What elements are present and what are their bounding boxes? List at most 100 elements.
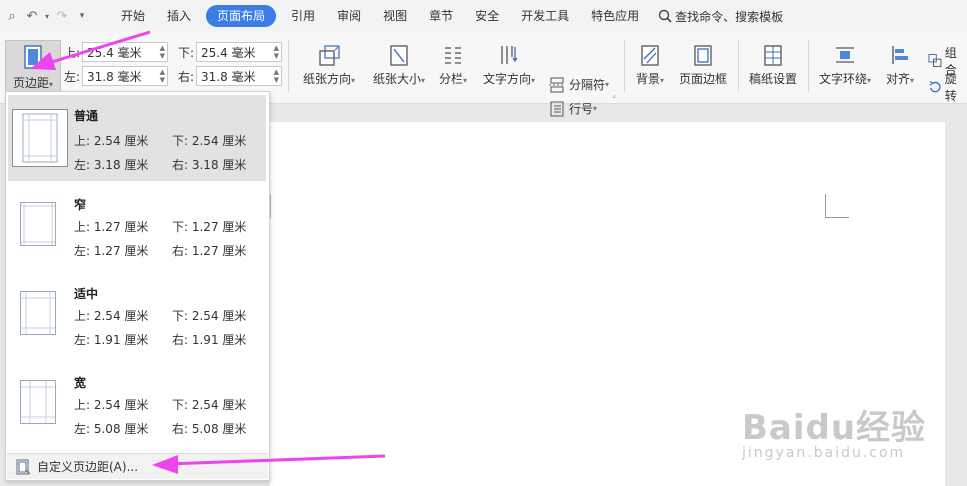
orientation-icon — [296, 40, 362, 70]
group-icon — [928, 54, 942, 68]
margins-button[interactable]: 页边距▾ — [5, 40, 61, 92]
orientation-button[interactable]: 纸张方向▾ — [296, 40, 362, 87]
page-border-button[interactable]: 页面边框 — [674, 40, 732, 87]
rotate-label: 旋转 — [944, 72, 957, 103]
margin-option-normal[interactable]: 普通 上: 2.54 厘米 下: 2.54 厘米 左: 3.18 厘米 右: 3… — [8, 95, 266, 181]
manuscript-button[interactable]: 稿纸设置 — [744, 40, 802, 87]
page-setup-icon — [16, 459, 31, 474]
tab-references[interactable]: 引用 — [280, 5, 326, 27]
tab-features[interactable]: 特色应用 — [580, 5, 650, 27]
command-search[interactable]: 查找命令、搜索模板 — [658, 8, 783, 25]
option-left: 左: 5.08 厘米 — [74, 422, 149, 436]
manuscript-label: 稿纸设置 — [748, 72, 797, 86]
margins-icon — [6, 45, 60, 72]
orientation-label: 纸张方向 — [302, 72, 351, 86]
columns-button[interactable]: 分栏▾ — [434, 40, 472, 87]
margin-corner-marker — [825, 194, 849, 218]
left-margin-input[interactable]: 31.8 毫米 ▲ ▼ — [82, 66, 168, 86]
option-top: 上: 2.54 厘米 — [74, 398, 149, 412]
option-right: 右: 5.08 厘米 — [172, 422, 247, 436]
align-label: 对齐 — [885, 72, 910, 86]
text-wrap-label: 文字环绕 — [818, 72, 867, 86]
margin-preview-icon — [20, 291, 56, 335]
option-bottom: 下: 2.54 厘米 — [172, 309, 247, 323]
menu-bar: ⌕ ↶ ▾ ↷ ▾ 开始 插入 页面布局 引用 审阅 视图 章节 安全 开发工具… — [0, 0, 967, 32]
margins-dropdown: 普通 上: 2.54 厘米 下: 2.54 厘米 左: 3.18 厘米 右: 3… — [5, 91, 270, 481]
bottom-margin-label: 下: — [178, 45, 195, 60]
paper-size-icon — [366, 40, 432, 70]
search-icon[interactable]: ⌕ — [2, 9, 22, 24]
text-direction-icon — [478, 40, 540, 70]
margins-label: 页边距 — [12, 76, 49, 90]
divider — [288, 40, 289, 92]
line-numbers-button[interactable]: 行号 ▾ — [548, 100, 597, 117]
margin-corner-marker — [270, 194, 272, 218]
option-top: 上: 1.27 厘米 — [74, 220, 149, 234]
columns-label: 分栏 — [438, 72, 463, 86]
size-label: 纸张大小 — [372, 72, 421, 86]
bottom-margin-input[interactable]: 25.4 毫米 ▲ ▼ — [196, 42, 282, 62]
left-margin-label: 左: — [64, 69, 81, 84]
option-bottom: 下: 2.54 厘米 — [172, 134, 247, 148]
redo-icon: ↷ — [56, 8, 68, 24]
tab-page-layout[interactable]: 页面布局 — [206, 5, 277, 27]
tab-insert[interactable]: 插入 — [156, 5, 202, 27]
text-wrap-icon — [814, 40, 876, 70]
tab-view[interactable]: 视图 — [372, 5, 418, 27]
margin-preview-icon — [12, 109, 68, 167]
option-top: 上: 2.54 厘米 — [74, 134, 149, 148]
right-margin-input[interactable]: 31.8 毫米 ▲ ▼ — [196, 66, 282, 86]
tab-security[interactable]: 安全 — [464, 5, 510, 27]
align-icon — [880, 40, 920, 70]
watermark-url: jingyan.baidu.com — [742, 445, 906, 461]
option-name: 宽 — [74, 376, 87, 390]
align-button[interactable]: 对齐▾ — [880, 40, 920, 87]
custom-margins-item[interactable]: 自定义页边距(A)... — [7, 453, 268, 479]
page-border-label: 页面边框 — [678, 72, 727, 86]
option-left: 左: 1.27 厘米 — [74, 244, 149, 258]
manuscript-icon — [744, 40, 802, 70]
page-border-icon — [674, 40, 732, 70]
rotate-icon — [929, 80, 941, 93]
rotate-button[interactable]: 旋转 — [928, 70, 967, 104]
customize-icon[interactable]: ▾ — [72, 11, 92, 21]
margin-option-wide[interactable]: 宽 上: 2.54 厘米 下: 2.54 厘米 左: 5.08 厘米 右: 5.… — [8, 362, 266, 448]
option-bottom: 下: 1.27 厘米 — [172, 220, 247, 234]
tab-developer[interactable]: 开发工具 — [510, 5, 580, 27]
size-button[interactable]: 纸张大小▾ — [366, 40, 432, 87]
search-icon — [658, 9, 672, 23]
line-numbers-icon — [550, 101, 564, 116]
page-setup-launcher-icon[interactable]: ⌟ — [612, 90, 616, 99]
breaks-button[interactable]: 分隔符 ▾ — [548, 76, 609, 93]
divider — [624, 40, 625, 92]
margin-option-narrow[interactable]: 窄 上: 1.27 厘米 下: 1.27 厘米 左: 1.27 厘米 右: 1.… — [8, 184, 266, 270]
divider — [738, 40, 739, 92]
option-name: 窄 — [74, 198, 87, 212]
margin-preview-icon — [20, 380, 56, 424]
option-bottom: 下: 2.54 厘米 — [172, 398, 247, 412]
option-right: 右: 3.18 厘米 — [172, 158, 247, 172]
breaks-label: 分隔符 — [569, 78, 606, 92]
option-name: 普通 — [74, 109, 99, 123]
option-name: 适中 — [74, 287, 99, 301]
custom-margins-label: 自定义页边距(A)... — [37, 460, 139, 474]
divider — [808, 40, 809, 92]
background-label: 背景 — [635, 72, 660, 86]
margin-option-moderate[interactable]: 适中 上: 2.54 厘米 下: 2.54 厘米 左: 1.91 厘米 右: 1… — [8, 273, 266, 359]
tab-home[interactable]: 开始 — [110, 5, 156, 27]
tab-review[interactable]: 审阅 — [326, 5, 372, 27]
background-icon — [630, 40, 670, 70]
top-margin-input[interactable]: 25.4 毫米 ▲ ▼ — [82, 42, 168, 62]
background-button[interactable]: 背景▾ — [630, 40, 670, 87]
undo-dropdown-icon[interactable]: ▾ — [42, 12, 52, 21]
watermark: Baidu经验 jingyan.baidu.com — [742, 400, 926, 461]
undo-icon[interactable]: ↶ — [22, 9, 42, 24]
text-wrap-button[interactable]: 文字环绕▾ — [814, 40, 876, 87]
line-numbers-label: 行号 — [569, 102, 594, 116]
option-left: 左: 3.18 厘米 — [74, 158, 149, 172]
watermark-brand: Baidu经验 — [742, 408, 927, 448]
tab-chapter[interactable]: 章节 — [418, 5, 464, 27]
search-label: 查找命令、搜索模板 — [675, 9, 784, 24]
text-direction-button[interactable]: 文字方向▾ — [478, 40, 540, 87]
breaks-icon — [549, 77, 565, 92]
